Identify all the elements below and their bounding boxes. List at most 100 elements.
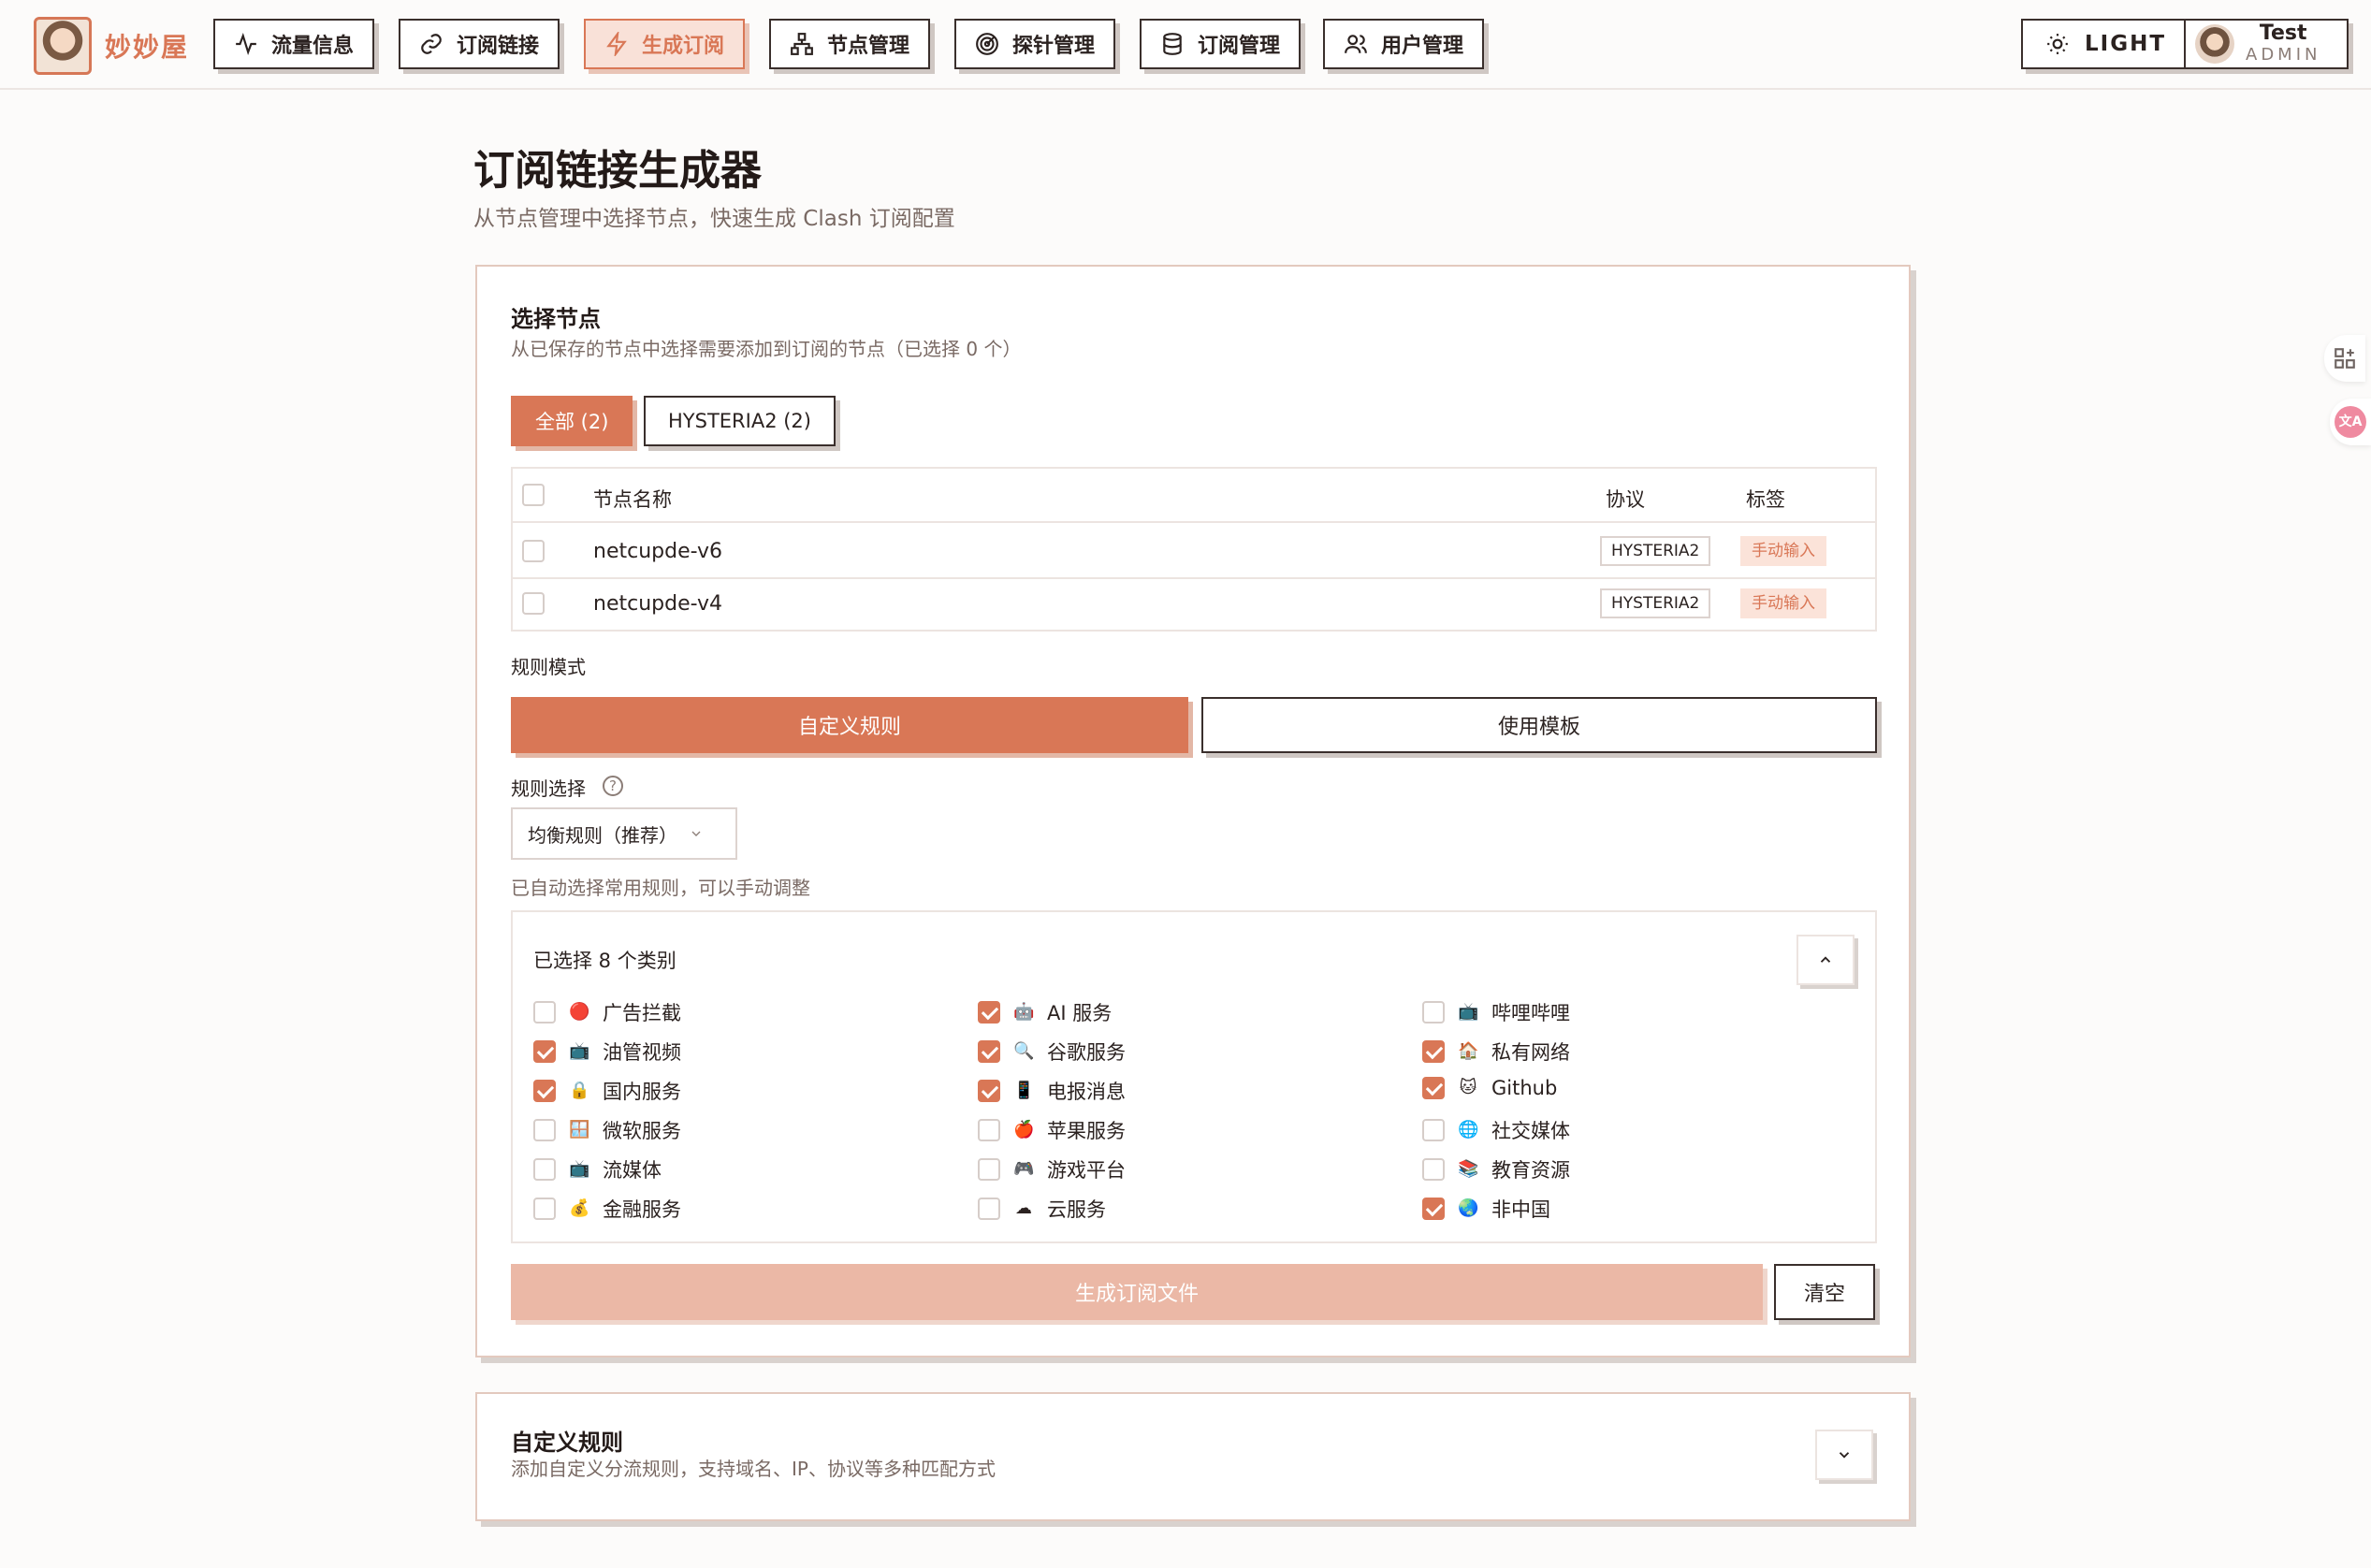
users-icon — [1345, 35, 1367, 53]
category-item[interactable]: 🐱 Github — [1422, 1077, 1557, 1099]
nav-subscription-links[interactable]: 订阅链接 — [399, 19, 560, 69]
category-label: 油管视频 — [603, 1041, 681, 1064]
category-item[interactable]: 🤖 AI 服务 — [978, 998, 1112, 1026]
rule-preset-select[interactable]: 均衡规则（推荐） — [511, 807, 737, 860]
filter-hysteria2-button[interactable]: HYSTERIA2 (2) — [644, 396, 836, 446]
nav-probe-management[interactable]: 探针管理 — [954, 19, 1116, 69]
category-checkbox[interactable] — [978, 1040, 1000, 1063]
category-item[interactable]: 📺 油管视频 — [533, 1038, 681, 1066]
category-label: 谷歌服务 — [1047, 1041, 1126, 1064]
nav-node-management[interactable]: 节点管理 — [769, 19, 931, 69]
category-label: 哔哩哔哩 — [1491, 1002, 1570, 1024]
category-item[interactable]: 📱 电报消息 — [978, 1077, 1126, 1105]
category-icon: 📱 — [1013, 1081, 1035, 1100]
theme-toggle-button[interactable]: LIGHT — [2021, 19, 2191, 69]
category-item[interactable]: 🔴 广告拦截 — [533, 998, 681, 1026]
nav-traffic-info[interactable]: 流量信息 — [213, 19, 375, 69]
category-checkbox[interactable] — [1422, 1198, 1445, 1220]
category-checkbox[interactable] — [1422, 1158, 1445, 1181]
category-label: 私有网络 — [1491, 1041, 1570, 1064]
category-checkbox[interactable] — [1422, 1001, 1445, 1024]
side-widget-translate[interactable]: 文A — [2330, 399, 2371, 445]
category-icon: 💰 — [569, 1198, 590, 1218]
category-item[interactable]: 🍎 苹果服务 — [978, 1116, 1126, 1144]
category-checkbox[interactable] — [533, 1080, 556, 1102]
category-checkbox[interactable] — [1422, 1077, 1445, 1099]
nav-label: 节点管理 — [827, 35, 910, 58]
category-item[interactable]: 🎮 游戏平台 — [978, 1155, 1126, 1183]
category-checkbox[interactable] — [533, 1119, 556, 1141]
category-label: 云服务 — [1047, 1198, 1106, 1221]
app-logo[interactable]: 妙妙屋 — [34, 17, 189, 75]
category-item[interactable]: 💰 金融服务 — [533, 1195, 681, 1223]
app-name: 妙妙屋 — [105, 32, 190, 63]
logo-avatar-icon — [34, 17, 92, 75]
category-panel: 已选择 8 个类别 🔴 广告拦截 🤖 AI 服务 📺 哔哩哔哩 📺 油管视频 🔍 谷歌服务 🏠 私有网… — [511, 910, 1877, 1243]
category-checkbox[interactable] — [533, 1001, 556, 1024]
category-item[interactable]: 🔒 国内服务 — [533, 1077, 681, 1105]
category-item[interactable]: 🌐 社交媒体 — [1422, 1116, 1570, 1144]
category-checkbox[interactable] — [978, 1198, 1000, 1220]
category-item[interactable]: 🌏 非中国 — [1422, 1195, 1550, 1223]
row-checkbox[interactable] — [522, 592, 545, 615]
clear-button[interactable]: 清空 — [1774, 1264, 1875, 1320]
nav-label: 订阅链接 — [457, 35, 540, 58]
category-item[interactable]: 🪟 微软服务 — [533, 1116, 681, 1144]
custom-rules-mode-button[interactable]: 自定义规则 — [511, 697, 1188, 753]
select-all-checkbox[interactable] — [522, 484, 545, 506]
template-mode-button[interactable]: 使用模板 — [1201, 697, 1877, 753]
category-item[interactable]: 📚 教育资源 — [1422, 1155, 1570, 1183]
sun-icon — [2047, 34, 2068, 54]
category-label: AI 服务 — [1047, 1002, 1113, 1024]
category-checkbox[interactable] — [978, 1158, 1000, 1181]
collapse-categories-button[interactable] — [1796, 935, 1855, 985]
filter-all-button[interactable]: 全部 (2) — [511, 396, 633, 446]
nav-user-management[interactable]: 用户管理 — [1323, 19, 1485, 69]
col-header-protocol: 协议 — [1606, 488, 1645, 511]
table-header-row: 节点名称 协议 标签 — [513, 469, 1875, 523]
table-row[interactable]: netcupde-v6 HYSTERIA2 手动输入 — [513, 525, 1875, 579]
lightning-icon — [606, 32, 627, 56]
category-item[interactable]: 🏠 私有网络 — [1422, 1038, 1570, 1066]
category-icon: 🏠 — [1458, 1041, 1479, 1061]
help-icon[interactable]: ? — [603, 776, 623, 796]
top-navigation-bar: 妙妙屋 流量信息 订阅链接 生成订阅 节点管理 探针管理 订阅管理 用户管理 L… — [0, 0, 2371, 90]
category-checkbox[interactable] — [533, 1198, 556, 1220]
custom-rules-desc: 添加自定义分流规则，支持域名、IP、协议等多种匹配方式 — [511, 1458, 996, 1480]
category-label: Github — [1491, 1077, 1558, 1099]
chevron-up-icon — [1820, 956, 1831, 963]
nodes-table: 节点名称 协议 标签 netcupde-v6 HYSTERIA2 手动输入 ne… — [511, 467, 1877, 632]
category-item[interactable]: ☁ 云服务 — [978, 1195, 1106, 1223]
nav-subscription-management[interactable]: 订阅管理 — [1140, 19, 1302, 69]
activity-icon — [236, 32, 256, 56]
node-name: netcupde-v4 — [593, 592, 722, 616]
category-checkbox[interactable] — [533, 1040, 556, 1063]
category-item[interactable]: 📺 流媒体 — [533, 1155, 662, 1183]
nav-label: 生成订阅 — [642, 35, 725, 58]
translate-icon: 文A — [2335, 406, 2366, 438]
category-checkbox[interactable] — [978, 1001, 1000, 1024]
category-checkbox[interactable] — [533, 1158, 556, 1181]
col-header-name: 节点名称 — [593, 488, 672, 511]
category-icon: 🔴 — [569, 1002, 590, 1022]
nav-label: 探针管理 — [1012, 35, 1096, 58]
side-widget-apps[interactable] — [2324, 335, 2365, 382]
user-menu-button[interactable]: Test ADMIN — [2184, 19, 2349, 69]
category-checkbox[interactable] — [1422, 1119, 1445, 1141]
category-item[interactable]: 📺 哔哩哔哩 — [1422, 998, 1570, 1026]
category-icon: 📺 — [569, 1041, 590, 1061]
generate-subscription-button[interactable]: 生成订阅文件 — [511, 1264, 1763, 1320]
table-row[interactable]: netcupde-v4 HYSTERIA2 手动输入 — [513, 577, 1875, 632]
col-header-tag: 标签 — [1746, 488, 1785, 511]
category-checkbox[interactable] — [978, 1080, 1000, 1102]
expand-custom-rules-button[interactable] — [1815, 1430, 1873, 1480]
category-checkbox[interactable] — [1422, 1040, 1445, 1063]
category-icon: 📺 — [1458, 1002, 1479, 1022]
category-checkbox[interactable] — [978, 1119, 1000, 1141]
link-icon — [421, 34, 442, 54]
category-icon: 🎮 — [1013, 1159, 1035, 1179]
nav-generate-subscription[interactable]: 生成订阅 — [584, 19, 746, 69]
row-checkbox[interactable] — [522, 540, 545, 562]
category-item[interactable]: 🔍 谷歌服务 — [978, 1038, 1126, 1066]
category-icon: ☁ — [1015, 1198, 1032, 1218]
